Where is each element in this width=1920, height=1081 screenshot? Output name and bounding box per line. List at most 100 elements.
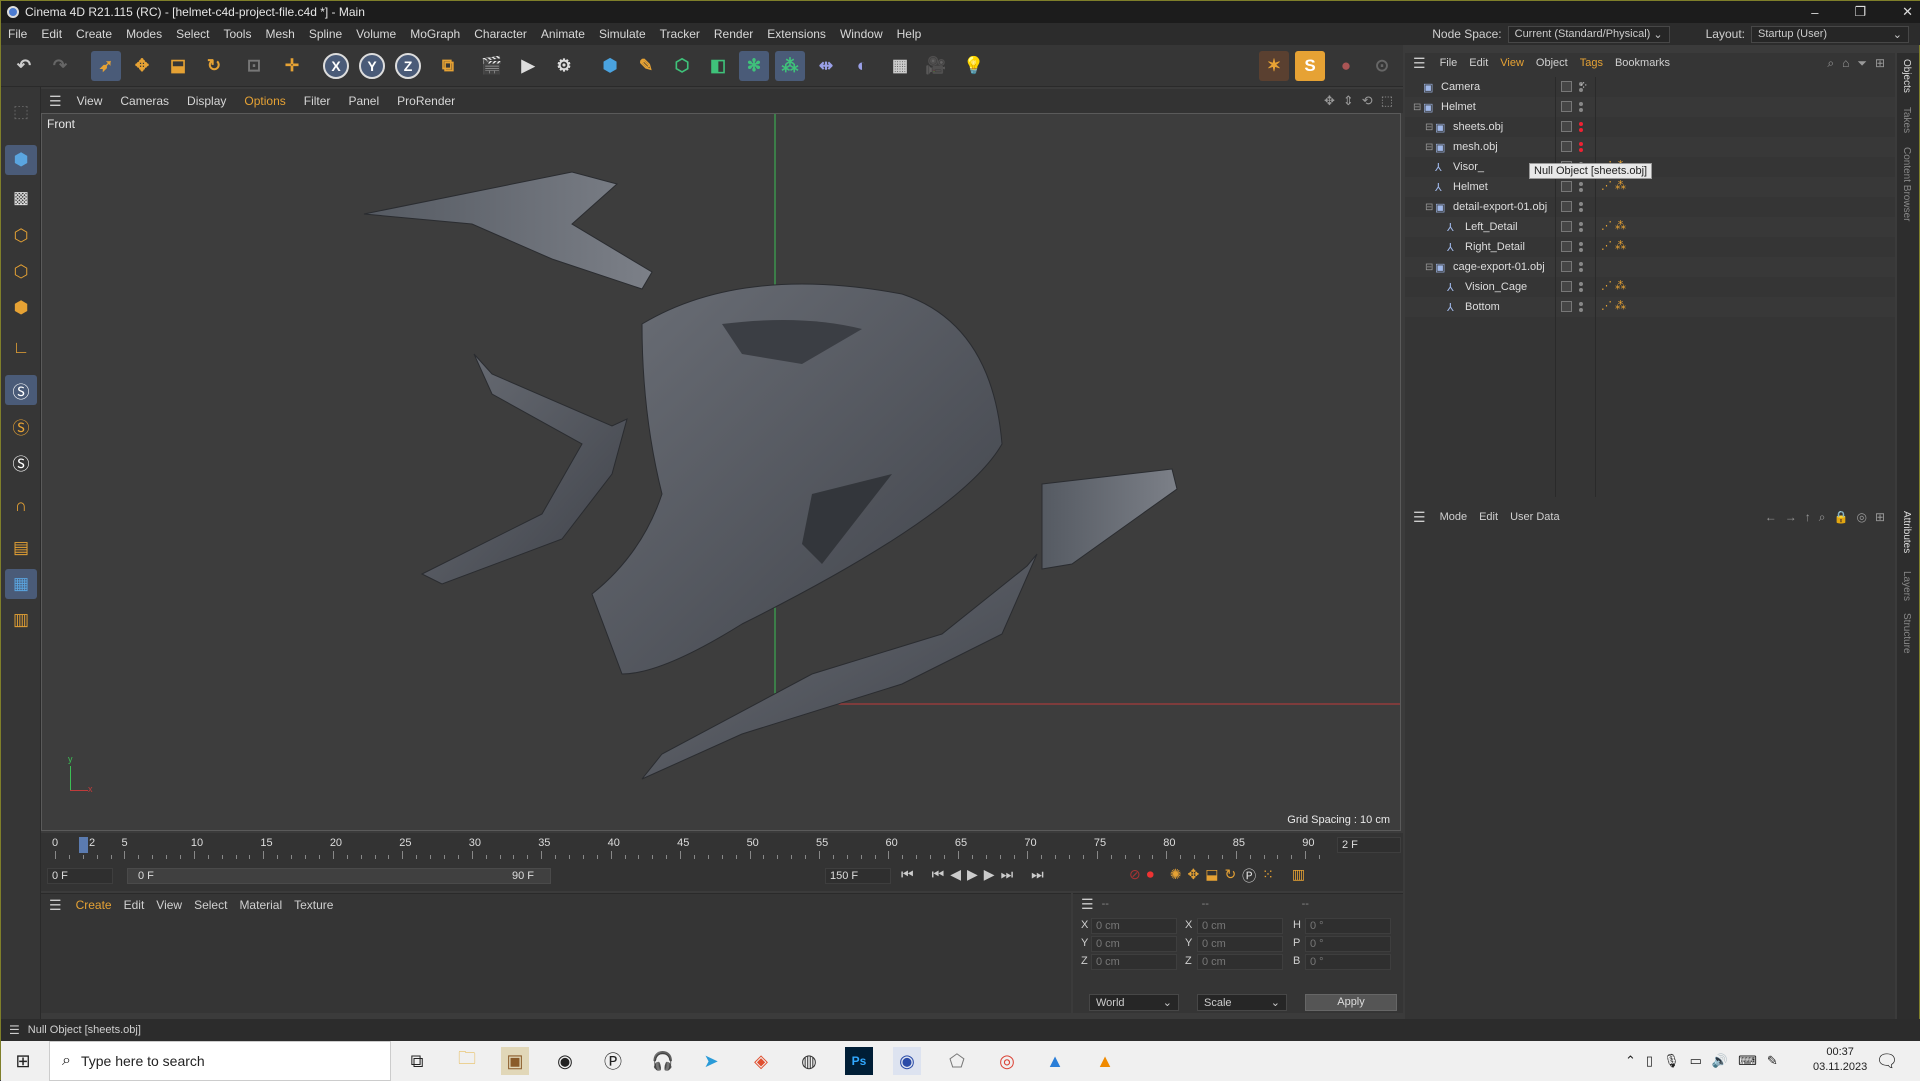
keyframe-selection-icon[interactable]: ✺ xyxy=(1170,866,1182,886)
key-position-icon[interactable]: ✥ xyxy=(1187,866,1199,886)
telegram-icon[interactable]: ➤ xyxy=(697,1047,725,1075)
object-row[interactable]: ⊟ ▣ cage-export-01.obj xyxy=(1405,257,1895,277)
attributes-new-window-icon[interactable]: ⊞ xyxy=(1875,510,1885,525)
tab-objects[interactable]: Objects xyxy=(1901,59,1912,93)
apply-button[interactable]: Apply xyxy=(1305,994,1397,1011)
task-view-icon[interactable]: ⧉ xyxy=(403,1047,431,1075)
magnet-snap-icon[interactable]: ∩ xyxy=(5,491,37,521)
menu-file[interactable]: File xyxy=(1,27,34,41)
viewport[interactable]: Front y x Grid Spacing : 10 cm xyxy=(41,113,1401,831)
close-button[interactable]: ✕ xyxy=(1902,4,1913,20)
transform-tool-icon[interactable]: ✛ xyxy=(277,51,307,81)
coord-mode-dropdown[interactable]: Scale ⌄ xyxy=(1197,994,1287,1011)
editor-visibility-dot[interactable] xyxy=(1579,222,1583,226)
object-name[interactable]: Bottom xyxy=(1465,301,1500,313)
winrar-icon[interactable]: ▣ xyxy=(501,1047,529,1075)
visibility-checkbox[interactable] xyxy=(1561,221,1572,232)
workplane-grid-icon[interactable]: ▤ xyxy=(5,533,37,563)
snap-settings-icon[interactable]: S xyxy=(1295,51,1325,81)
timeline-window-icon[interactable]: ▥ xyxy=(1292,866,1305,886)
material-menu-texture[interactable]: Texture xyxy=(288,898,339,912)
move-tool-icon[interactable]: ✥ xyxy=(127,51,157,81)
object-name[interactable]: Left_Detail xyxy=(1465,221,1518,233)
davinci-resolve-icon[interactable]: ◍ xyxy=(795,1047,823,1075)
visibility-checkbox[interactable] xyxy=(1561,241,1572,252)
helmet-model[interactable] xyxy=(42,114,1401,831)
visibility-checkbox[interactable] xyxy=(1561,81,1572,92)
minimize-button[interactable]: – xyxy=(1811,5,1818,20)
previous-key-icon[interactable]: ⏮ xyxy=(932,866,945,883)
object-row[interactable]: ⅄ Right_Detail xyxy=(1405,237,1895,257)
attributes-menu-edit[interactable]: Edit xyxy=(1473,511,1504,523)
visibility-checkbox[interactable] xyxy=(1561,181,1572,192)
editor-visibility-dot[interactable] xyxy=(1579,242,1583,246)
coord-rotation-field[interactable]: 0 ° xyxy=(1305,954,1391,970)
material-tag-icon[interactable]: ⋰ ⁂ xyxy=(1601,299,1626,312)
editor-visibility-dot[interactable] xyxy=(1579,282,1583,286)
render-view-icon[interactable]: 🎬 xyxy=(477,51,507,81)
menu-extensions[interactable]: Extensions xyxy=(760,27,833,41)
camera-icon[interactable]: 🎥 xyxy=(921,51,951,81)
coord-position-field[interactable]: 0 cm xyxy=(1091,936,1177,952)
polygons-mode-icon[interactable]: ⬢ xyxy=(5,293,37,323)
visibility-checkbox[interactable] xyxy=(1561,141,1572,152)
tab-layers[interactable]: Layers xyxy=(1901,571,1912,601)
pen-spline-icon[interactable]: ✎ xyxy=(631,51,661,81)
editor-visibility-dot[interactable] xyxy=(1579,122,1583,126)
undo-icon[interactable]: ↶ xyxy=(9,51,39,81)
cinema4d-taskbar-icon[interactable]: ◉ xyxy=(893,1047,921,1075)
render-visibility-dot[interactable] xyxy=(1579,268,1583,272)
object-row[interactable]: ⊟ ▣ Helmet xyxy=(1405,97,1895,117)
tray-clock[interactable]: 00:37 03.11.2023 xyxy=(1813,1045,1867,1075)
record-active-icon[interactable]: ⊘ xyxy=(1129,866,1141,886)
mograph-icon[interactable]: ⁂ xyxy=(775,51,805,81)
render-visibility-dot[interactable] xyxy=(1579,208,1583,212)
vlc-icon[interactable]: ▲ xyxy=(1091,1047,1119,1075)
object-name[interactable]: Helmet xyxy=(1441,101,1476,113)
current-frame-field[interactable]: 2 F xyxy=(1337,837,1401,853)
render-visibility-dot[interactable] xyxy=(1579,288,1583,292)
visibility-checkbox[interactable] xyxy=(1561,281,1572,292)
objects-filter-icon[interactable]: ⏷ xyxy=(1857,56,1867,71)
extrude-icon[interactable]: ◧ xyxy=(703,51,733,81)
material-menu-material[interactable]: Material xyxy=(233,898,288,912)
light-icon[interactable]: 💡 xyxy=(959,51,989,81)
object-name[interactable]: Helmet xyxy=(1453,181,1488,193)
objects-menu-icon[interactable]: ☰ xyxy=(1413,55,1426,72)
coordinate-system-icon[interactable]: ⧉ xyxy=(433,51,463,81)
menu-help[interactable]: Help xyxy=(890,27,929,41)
recent-tool-icon[interactable]: ⊡ xyxy=(239,51,269,81)
tray-usb-icon[interactable]: ▯ xyxy=(1646,1053,1653,1069)
object-row[interactable]: ▣ Camera xyxy=(1405,77,1895,97)
objects-home-icon[interactable]: ⌂ xyxy=(1842,56,1849,71)
workplane-icon[interactable]: ● xyxy=(1331,51,1361,81)
object-name[interactable]: Camera xyxy=(1441,81,1480,93)
snap-icon[interactable]: ✶ xyxy=(1259,51,1289,81)
select-tool-icon[interactable]: ➶ xyxy=(91,51,121,81)
tray-chevron-icon[interactable]: ⌃ xyxy=(1625,1053,1636,1069)
material-menu-select[interactable]: Select xyxy=(188,898,233,912)
planar-workplane-icon[interactable]: ▥ xyxy=(5,605,37,635)
go-to-start-icon[interactable]: ⏮ xyxy=(901,866,914,883)
menu-simulate[interactable]: Simulate xyxy=(592,27,653,41)
menu-mesh[interactable]: Mesh xyxy=(258,27,301,41)
coord-size-field[interactable]: 0 cm xyxy=(1197,936,1283,952)
attributes-search-icon[interactable]: ⌕ xyxy=(1819,510,1826,525)
object-row[interactable]: ⅄ Helmet xyxy=(1405,177,1895,197)
expand-toggle-icon[interactable]: ⊟ xyxy=(1425,262,1435,273)
objects-new-window-icon[interactable]: ⊞ xyxy=(1875,56,1885,71)
tray-battery-icon[interactable]: ▭ xyxy=(1690,1053,1702,1069)
menu-tracker[interactable]: Tracker xyxy=(653,27,707,41)
solo-off-icon[interactable]: Ⓢ xyxy=(5,447,37,477)
visibility-checkbox[interactable] xyxy=(1561,201,1572,212)
object-row[interactable]: ⅄ Bottom xyxy=(1405,297,1895,317)
autokey-icon[interactable]: ⏺ xyxy=(1147,866,1154,886)
viewport-maximize-icon[interactable]: ⬚ xyxy=(1381,93,1393,109)
tab-structure[interactable]: Structure xyxy=(1901,613,1912,654)
lock-icon[interactable]: 🔒 xyxy=(1834,510,1849,525)
render-visibility-dot[interactable] xyxy=(1579,188,1583,192)
previous-frame-icon[interactable]: ◀ xyxy=(950,866,961,883)
chrome-icon[interactable]: ◎ xyxy=(993,1047,1021,1075)
viewport-menu-display[interactable]: Display xyxy=(178,94,235,108)
render-picture-viewer-icon[interactable]: ▶ xyxy=(513,51,543,81)
